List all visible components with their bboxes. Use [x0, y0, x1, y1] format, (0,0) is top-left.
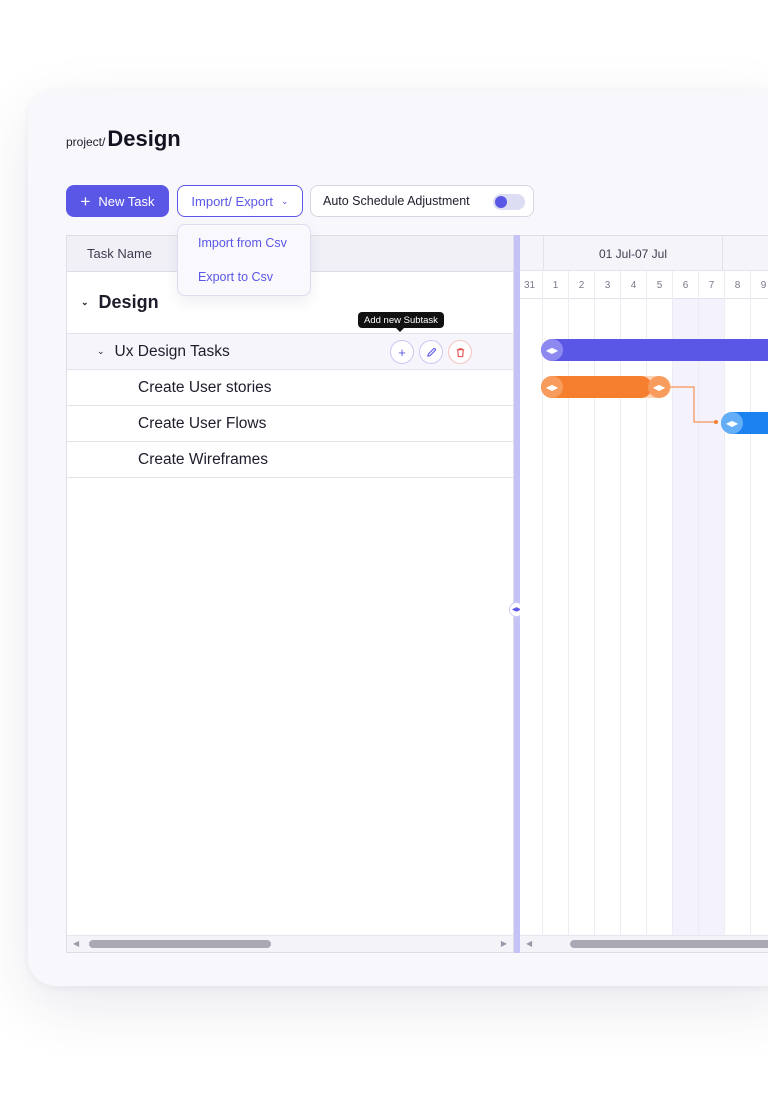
chevron-down-icon[interactable]: ⌄	[81, 297, 89, 308]
menu-item-export-csv[interactable]: Export to Csv	[198, 270, 273, 284]
scrollbar-thumb[interactable]	[570, 940, 768, 948]
day-label: 9	[751, 271, 768, 299]
delete-task-button[interactable]	[448, 340, 472, 364]
drag-handle-icon[interactable]: ◀▶	[541, 339, 563, 361]
subtask-name: Create User stories	[138, 378, 272, 396]
drag-handle-icon[interactable]: ◀▶	[721, 412, 743, 434]
task-bar-ux-design[interactable]: ◀▶	[541, 339, 768, 361]
import-export-menu: Import from Csv Export to Csv	[177, 224, 311, 296]
plus-icon: +	[80, 191, 91, 211]
scroll-left-arrow-icon[interactable]: ◀	[526, 939, 532, 948]
breadcrumb: project/ Design	[66, 126, 181, 152]
subtask-name: Create Wireframes	[138, 450, 269, 468]
subtask-name: Create User Flows	[138, 414, 267, 432]
page-title: Design	[107, 126, 181, 151]
scroll-left-arrow-icon[interactable]: ◀	[73, 939, 79, 948]
auto-schedule-toggle[interactable]	[493, 194, 525, 210]
drag-handle-icon[interactable]: ◀▶	[648, 376, 670, 398]
add-subtask-tooltip: Add new Subtask	[358, 312, 444, 332]
trash-icon	[456, 347, 464, 357]
day-column	[520, 299, 543, 936]
scrollbar-thumb[interactable]	[89, 940, 271, 948]
pencil-icon	[426, 347, 436, 357]
project-name: Design	[98, 292, 159, 312]
day-label: 31	[520, 271, 543, 299]
task-bar-user-stories[interactable]: ◀▶	[541, 376, 652, 398]
toggle-knob	[495, 196, 507, 208]
gantt-horizontal-scrollbar[interactable]: ◀	[520, 935, 768, 952]
day-label: 5	[647, 271, 673, 299]
day-label: 7	[699, 271, 725, 299]
day-label: 4	[621, 271, 647, 299]
task-table: Task Name ⌄ Design ⌄ Ux Design Tasks Cre…	[66, 235, 514, 953]
drag-handle-icon[interactable]: ◀▶	[541, 376, 563, 398]
table-row[interactable]: Create User Flows	[67, 406, 513, 442]
day-label: 3	[595, 271, 621, 299]
day-label: 1	[543, 271, 569, 299]
task-group-row[interactable]: ⌄ Ux Design Tasks	[67, 334, 513, 370]
scroll-right-arrow-icon[interactable]: ▶	[501, 939, 507, 948]
task-bar-user-flows[interactable]: ◀▶	[721, 412, 768, 434]
auto-schedule-label: Auto Schedule Adjustment	[323, 194, 470, 208]
plus-icon: +	[398, 344, 406, 360]
edit-task-button[interactable]	[419, 340, 443, 364]
import-export-button[interactable]: Import/ Export ⌄	[177, 185, 303, 217]
new-task-label: New Task	[98, 193, 155, 209]
add-subtask-button[interactable]: +	[390, 340, 414, 364]
week-label: 01 Jul-07 Jul	[543, 236, 723, 271]
day-column	[725, 299, 751, 936]
day-column	[751, 299, 768, 936]
day-label: 6	[673, 271, 699, 299]
chevron-down-icon[interactable]: ⌄	[97, 346, 105, 357]
menu-item-import-csv[interactable]: Import from Csv	[198, 236, 287, 250]
breadcrumb-prefix[interactable]: project/	[66, 135, 105, 149]
task-group-name: Ux Design Tasks	[114, 342, 230, 360]
gantt-day-header: 31 1 2 3 4 5 6 7 8 9	[520, 271, 768, 299]
gantt-week-header: 01 Jul-07 Jul	[520, 236, 768, 271]
table-horizontal-scrollbar[interactable]: ◀ ▶	[67, 935, 513, 952]
import-export-label: Import/ Export	[191, 193, 274, 209]
new-task-button[interactable]: + New Task	[66, 185, 169, 217]
dependency-arrow	[670, 386, 718, 424]
table-row[interactable]: Create Wireframes	[67, 442, 513, 478]
day-label: 2	[569, 271, 595, 299]
chevron-down-icon: ⌄	[281, 195, 289, 206]
auto-schedule-control: Auto Schedule Adjustment	[310, 185, 534, 217]
day-label: 8	[725, 271, 751, 299]
table-row[interactable]: Create User stories	[67, 370, 513, 406]
